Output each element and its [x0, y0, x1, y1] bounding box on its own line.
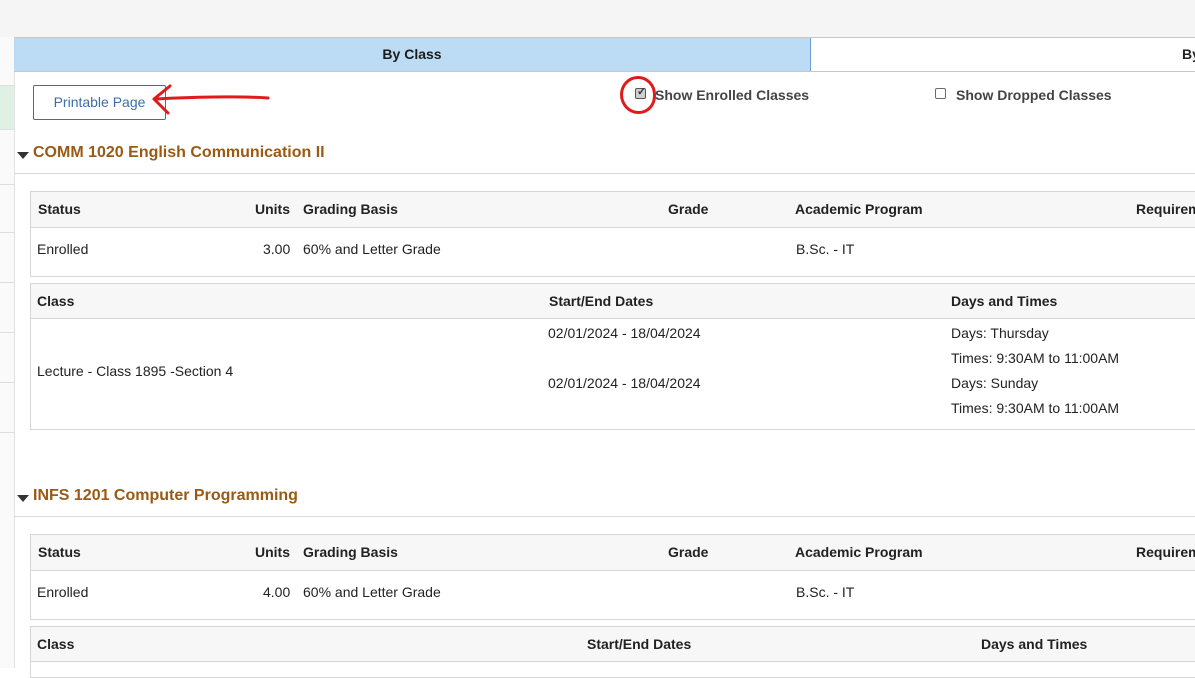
show-dropped-label[interactable]: Show Dropped Classes: [956, 87, 1112, 103]
col-units: Units: [255, 544, 290, 560]
annotation-circle: [620, 76, 656, 114]
col-grade: Grade: [668, 201, 709, 217]
meeting-days-value: Days: Sunday: [951, 375, 1039, 391]
units-value: 4.00: [263, 584, 291, 600]
col-academic-program: Academic Program: [795, 544, 923, 560]
academic-program-value: B.Sc. - IT: [796, 584, 855, 600]
meeting-days-value: Days: Thursday: [951, 325, 1049, 341]
meeting-dates-value: 02/01/2024 - 18/04/2024: [548, 375, 701, 391]
class-section-value: Lecture - Class 1895 -Section 4: [37, 363, 234, 379]
left-nav-divider: [0, 282, 14, 283]
col-requirement: Requirem: [1136, 544, 1195, 560]
annotation-arrow-icon: [152, 84, 270, 115]
left-nav-divider: [0, 184, 14, 185]
printable-page-button[interactable]: Printable Page: [33, 85, 166, 120]
view-tabs: By Class By: [14, 37, 1195, 72]
left-nav-divider: [0, 129, 14, 130]
left-nav-divider: [0, 332, 14, 333]
tab-by-other[interactable]: By: [1182, 38, 1195, 71]
units-value: 3.00: [263, 241, 291, 257]
col-class: Class: [37, 293, 75, 309]
col-units: Units: [255, 201, 290, 217]
course-title: INFS 1201 Computer Programming: [33, 487, 298, 504]
grid-header-row: Class Start/End Dates Days and Times: [31, 627, 1195, 662]
grading-basis-value: 60% and Letter Grade: [303, 584, 441, 600]
collapse-triangle-icon[interactable]: [17, 152, 29, 159]
col-days-and-times: Days and Times: [951, 293, 1058, 309]
col-academic-program: Academic Program: [795, 201, 923, 217]
col-class: Class: [37, 636, 75, 652]
top-bar: [0, 0, 1195, 37]
left-nav-divider: [0, 85, 14, 86]
col-status: Status: [38, 544, 81, 560]
grid-header-row: Status Units Grading Basis Grade Academi…: [31, 192, 1195, 228]
grid-header-row: Status Units Grading Basis Grade Academi…: [31, 535, 1195, 571]
enrollment-summary-grid: Status Units Grading Basis Grade Academi…: [30, 191, 1195, 277]
meeting-times-value: Times: 9:30AM to 11:00AM: [951, 400, 1120, 416]
col-grade: Grade: [668, 544, 709, 560]
left-nav-divider: [0, 432, 14, 433]
left-nav-highlight[interactable]: [0, 85, 14, 129]
left-nav-divider: [0, 382, 14, 383]
col-start-end-dates: Start/End Dates: [587, 636, 692, 652]
col-start-end-dates: Start/End Dates: [549, 293, 654, 309]
col-requirement: Requirem: [1136, 201, 1195, 217]
enrollment-summary-grid: Status Units Grading Basis Grade Academi…: [30, 534, 1195, 620]
col-status: Status: [38, 201, 81, 217]
left-nav-divider: [0, 232, 14, 233]
course-title: COMM 1020 English Communication II: [33, 144, 325, 161]
show-enrolled-label[interactable]: Show Enrolled Classes: [655, 87, 809, 103]
tab-by-class[interactable]: By Class: [14, 38, 811, 71]
left-nav-rail: [0, 37, 15, 668]
status-value: Enrolled: [37, 241, 89, 257]
class-meeting-grid: Class Start/End Dates Days and Times: [30, 626, 1195, 678]
col-grading-basis: Grading Basis: [303, 201, 398, 217]
meeting-dates-value: 02/01/2024 - 18/04/2024: [548, 325, 701, 341]
course-header[interactable]: INFS 1201 Computer Programming: [14, 486, 1195, 517]
meeting-times-value: Times: 9:30AM to 11:00AM: [951, 350, 1120, 366]
class-meeting-grid: Class Start/End Dates Days and Times Lec…: [30, 283, 1195, 430]
academic-program-value: B.Sc. - IT: [796, 241, 855, 257]
course-header[interactable]: COMM 1020 English Communication II: [14, 143, 1195, 174]
col-grading-basis: Grading Basis: [303, 544, 398, 560]
status-value: Enrolled: [37, 584, 89, 600]
col-days-and-times: Days and Times: [981, 636, 1088, 652]
grading-basis-value: 60% and Letter Grade: [303, 241, 441, 257]
grid-header-row: Class Start/End Dates Days and Times: [31, 284, 1195, 319]
show-dropped-checkbox[interactable]: [935, 88, 946, 99]
collapse-triangle-icon[interactable]: [17, 495, 29, 502]
